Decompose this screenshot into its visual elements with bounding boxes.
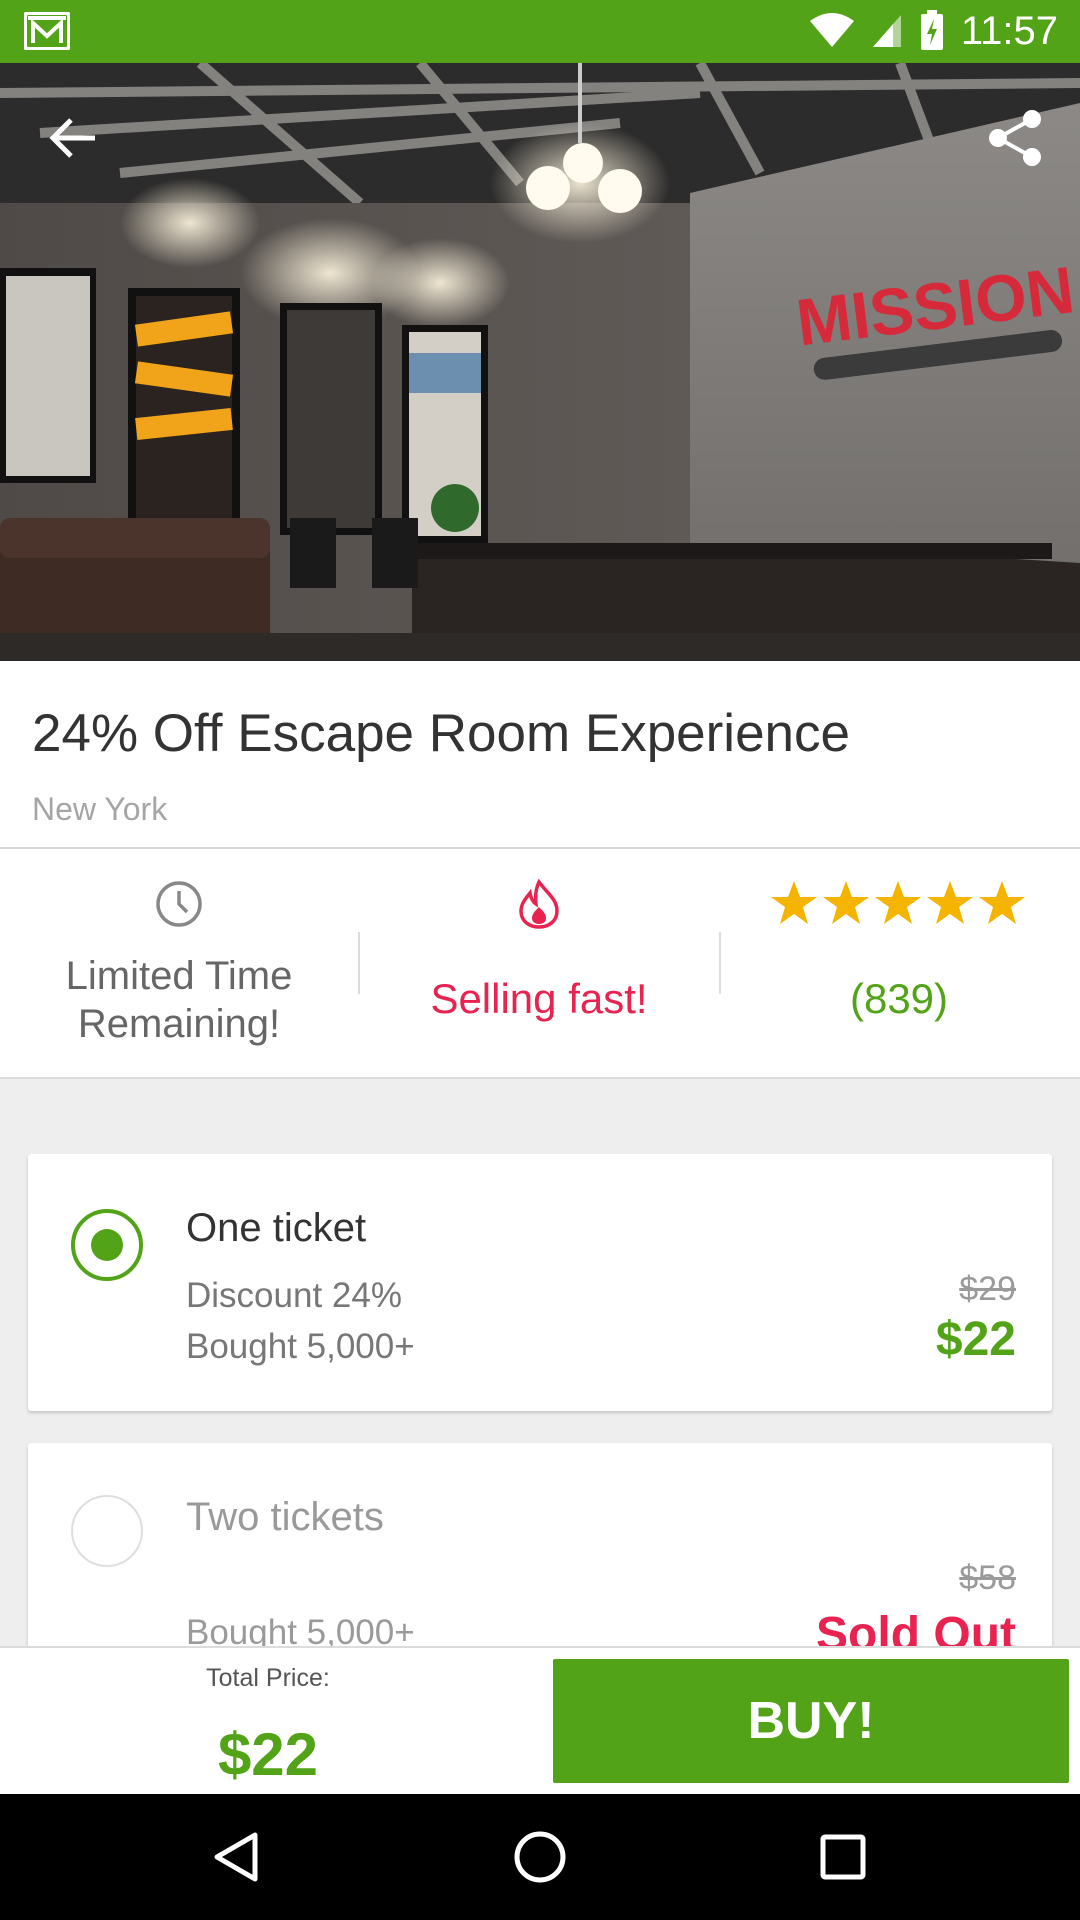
option-discount: Discount 24%: [186, 1276, 402, 1315]
rating-count: (839): [849, 975, 949, 1022]
back-button[interactable]: [38, 103, 108, 173]
ticket-option-one[interactable]: One ticket Discount 24% Bought 5,000+ $2…: [28, 1154, 1052, 1411]
back-triangle-icon: [214, 1832, 258, 1882]
app-screen: 11:57 MISSION 24% Off Escape Room Experi…: [0, 0, 1080, 1920]
nav-back-button[interactable]: [196, 1820, 276, 1894]
limited-time-stat: Limited Time Remaining!: [0, 849, 358, 1077]
option-name: Two tickets: [186, 1495, 384, 1539]
back-arrow-icon: [49, 118, 95, 158]
star-rating: [720, 879, 1078, 929]
rating-stat[interactable]: (839): [720, 849, 1078, 1077]
original-price: $58: [959, 1559, 1016, 1597]
gmail-icon: [23, 11, 71, 55]
clock-time: 11:57: [960, 8, 1058, 53]
stars-icon: [771, 881, 1025, 924]
total-price-value: $22: [217, 1721, 319, 1788]
flame-icon: [519, 879, 559, 929]
radio-unselected[interactable]: [71, 1495, 143, 1567]
nav-recents-button[interactable]: [803, 1820, 883, 1894]
selling-fast-label: Selling fast!: [430, 975, 648, 1022]
selling-fast-stat: Selling fast!: [360, 849, 718, 1077]
escape-room-photo: MISSION: [0, 63, 1080, 661]
deal-hero-image: MISSION: [0, 63, 1080, 661]
wifi-icon: [809, 13, 854, 47]
clock-icon: [156, 881, 202, 927]
limited-time-label: Limited Time Remaining!: [0, 952, 358, 1048]
deal-stats: Limited Time Remaining! Selling fast! (8…: [0, 849, 1080, 1079]
home-circle-icon: [514, 1831, 566, 1883]
deal-title: 24% Off Escape Room Experience: [32, 704, 851, 763]
checkout-bar: Total Price: $22 BUY!: [0, 1646, 1080, 1794]
status-bar: 11:57: [0, 0, 1080, 63]
status-icons: 11:57: [809, 8, 1058, 54]
limited-time-line2: Remaining!: [77, 1002, 281, 1046]
radio-selected[interactable]: [71, 1209, 143, 1281]
share-icon: [989, 110, 1041, 166]
original-price: $29: [959, 1270, 1016, 1308]
option-name: One ticket: [186, 1206, 367, 1250]
nav-home-button[interactable]: [500, 1820, 580, 1894]
battery-icon: [920, 10, 943, 50]
deal-location: New York: [32, 791, 168, 827]
option-bought-count: Bought 5,000+: [186, 1327, 415, 1366]
buy-button[interactable]: BUY!: [553, 1659, 1069, 1783]
signal-icon: [872, 15, 901, 47]
system-nav-bar: [0, 1794, 1080, 1920]
total-price-label: Total Price:: [206, 1664, 330, 1692]
discounted-price: $22: [935, 1313, 1016, 1366]
deal-header: 24% Off Escape Room Experience New York: [0, 661, 1080, 849]
limited-time-line1: Limited Time: [65, 954, 293, 998]
share-button[interactable]: [980, 103, 1050, 173]
recents-square-icon: [820, 1834, 866, 1880]
